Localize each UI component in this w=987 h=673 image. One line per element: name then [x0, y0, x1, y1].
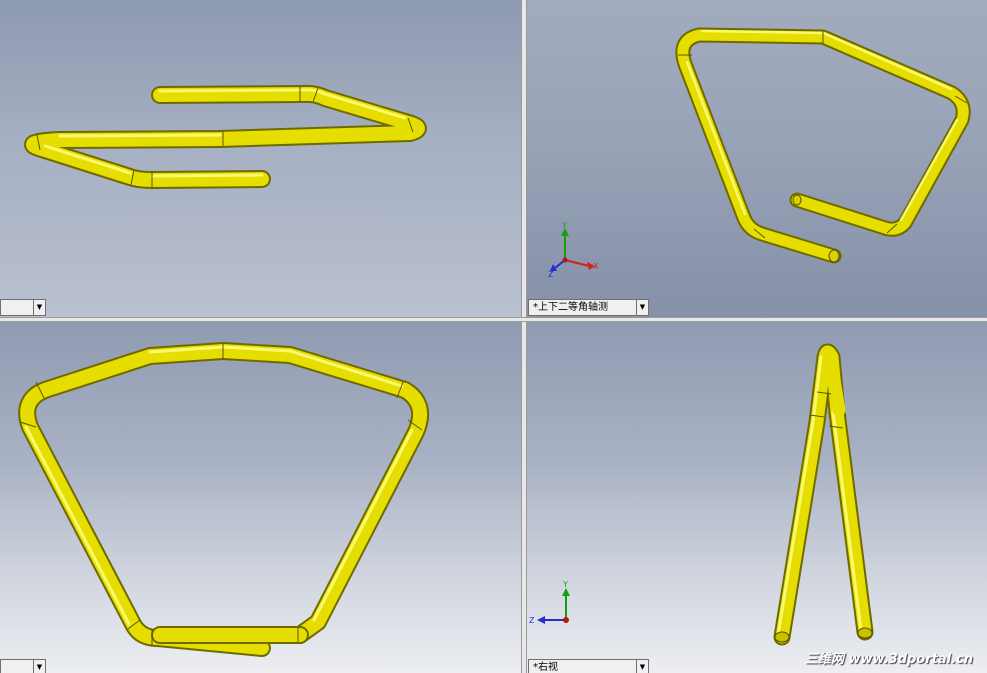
- viewport-top-left[interactable]: ▼: [0, 0, 521, 317]
- view-orientation-dropdown-bottom-right[interactable]: *右视 ▼: [528, 659, 649, 673]
- axis-y-label: Y: [562, 580, 568, 589]
- chevron-down-icon[interactable]: ▼: [636, 300, 648, 315]
- view-orientation-label: *右视: [533, 662, 558, 673]
- chevron-down-icon[interactable]: ▼: [33, 300, 45, 315]
- coordinate-triad: Y X Z: [548, 221, 599, 278]
- axis-x-label: X: [593, 262, 599, 271]
- coordinate-triad: Y Z: [529, 580, 570, 625]
- watermark: 三维网 www.3dportal.cn: [804, 652, 973, 667]
- tube-model-bottom-right[interactable]: [527, 322, 987, 673]
- axis-y-label: Y: [561, 221, 567, 230]
- chevron-down-icon[interactable]: ▼: [33, 660, 45, 673]
- viewport-top-right[interactable]: Y X Z *上下二等角轴测 ▼: [527, 0, 987, 317]
- tube-model-bottom-left[interactable]: [0, 322, 521, 673]
- view-orientation-dropdown-top-right[interactable]: *上下二等角轴测 ▼: [528, 299, 649, 316]
- viewport-splitter-horizontal[interactable]: [0, 317, 987, 322]
- tube-model-top-left[interactable]: [0, 0, 521, 317]
- axis-z-label: Z: [529, 616, 535, 625]
- chevron-down-icon[interactable]: ▼: [636, 660, 648, 673]
- view-orientation-dropdown-top-left[interactable]: ▼: [0, 299, 46, 316]
- axis-z-label: Z: [548, 270, 554, 278]
- view-orientation-dropdown-bottom-left[interactable]: ▼: [0, 659, 46, 673]
- view-orientation-label: *上下二等角轴测: [533, 302, 608, 313]
- viewport-bottom-left[interactable]: ▼: [0, 322, 521, 673]
- viewport-bottom-right[interactable]: Y Z *右视 ▼ 三维网 www.3dportal.cn: [527, 322, 987, 673]
- viewport-splitter-vertical[interactable]: [521, 0, 527, 673]
